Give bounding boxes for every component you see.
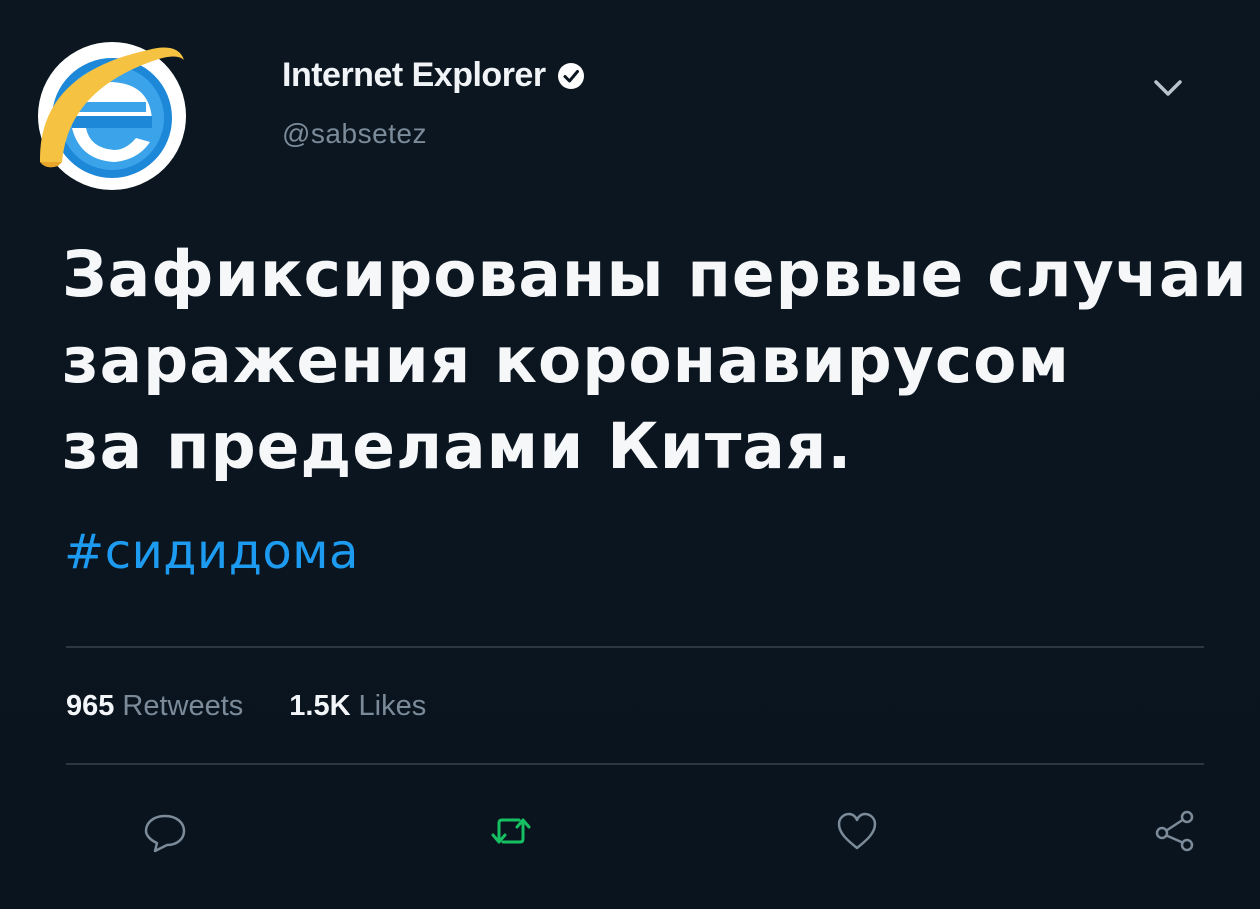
tweet-text: Зафиксированы первые случаи заражения ко… <box>62 232 1248 490</box>
avatar[interactable] <box>28 34 198 194</box>
tweet-text-line: за пределами Китая. <box>62 410 853 483</box>
likes-stat[interactable]: 1.5K Likes <box>289 690 426 723</box>
author-name-row[interactable]: Internet Explorer <box>282 56 586 95</box>
divider <box>66 646 1204 648</box>
tweet-text-line: Зафиксированы первые случаи <box>62 238 1248 311</box>
tweet-card: Internet Explorer @sabsetez Зафиксирован… <box>0 0 1260 909</box>
divider <box>66 763 1204 765</box>
likes-count: 1.5K <box>289 690 351 722</box>
chevron-down-icon[interactable] <box>1150 72 1186 102</box>
like-button[interactable] <box>832 806 882 856</box>
tweet-stats: 965 Retweets 1.5K Likes <box>66 690 426 723</box>
hashtag-link[interactable]: #сидидома <box>64 524 359 580</box>
retweets-count: 965 <box>66 690 115 722</box>
share-button[interactable] <box>1150 806 1200 856</box>
retweets-label: Retweets <box>122 690 244 722</box>
reply-button[interactable] <box>140 806 190 856</box>
share-icon <box>1155 810 1194 852</box>
likes-label: Likes <box>358 690 427 722</box>
internet-explorer-logo-icon <box>38 42 186 190</box>
reply-icon <box>144 814 186 853</box>
display-name[interactable]: Internet Explorer <box>282 56 546 95</box>
heart-icon <box>837 812 877 850</box>
retweet-button[interactable] <box>486 806 536 856</box>
verified-badge-icon <box>557 62 584 89</box>
retweets-stat[interactable]: 965 Retweets <box>66 690 243 723</box>
author-handle[interactable]: @sabsetez <box>282 118 427 150</box>
retweet-icon <box>491 818 531 844</box>
tweet-text-line: заражения коронавирусом <box>62 324 1070 397</box>
